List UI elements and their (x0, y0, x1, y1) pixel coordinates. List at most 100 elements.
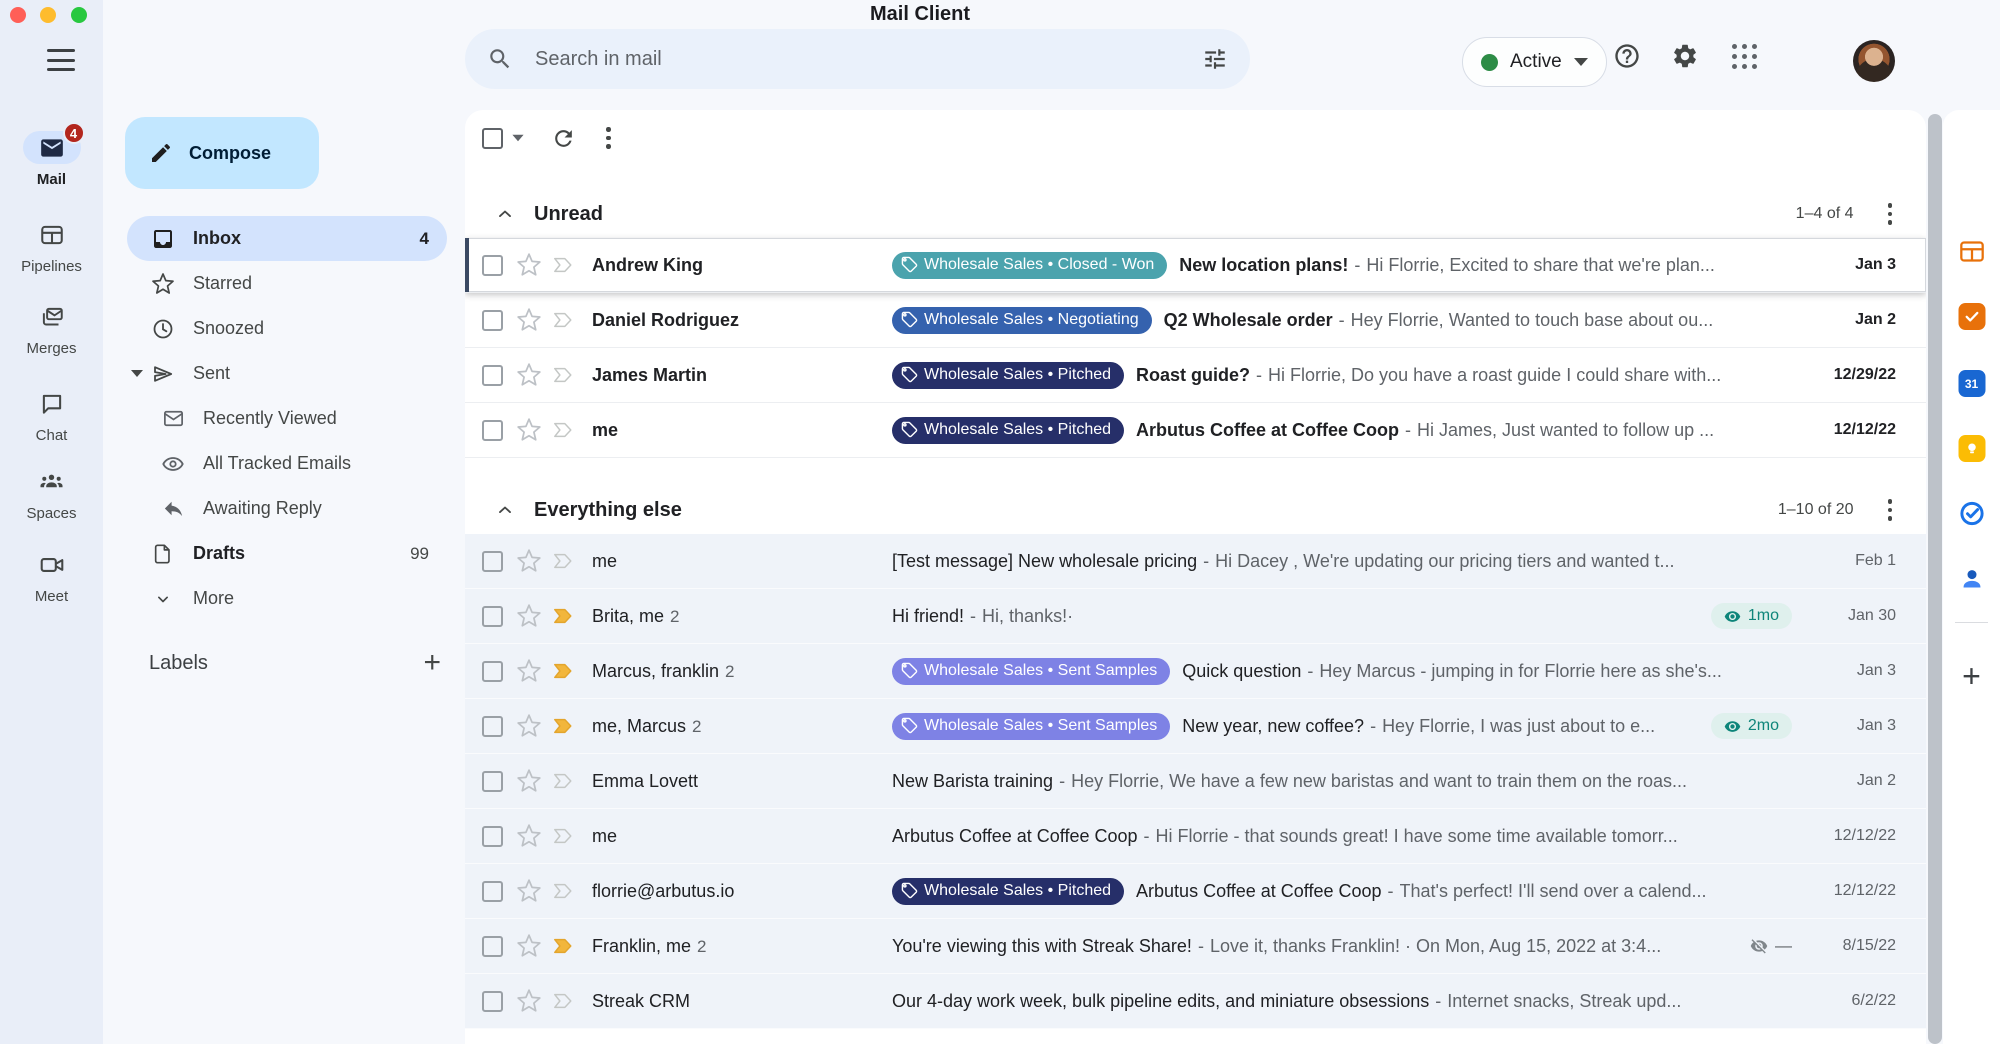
get-addons-button[interactable]: + (1962, 660, 1981, 692)
collapse-sent-icon[interactable] (131, 370, 143, 377)
email-row[interactable]: me Wholesale Sales • Pitched Arbutus Cof… (465, 403, 1926, 458)
importance-marker-icon[interactable] (550, 419, 577, 441)
email-row[interactable]: florrie@arbutus.io Wholesale Sales • Pit… (465, 864, 1926, 919)
row-checkbox[interactable] (482, 826, 503, 847)
select-all-checkbox[interactable] (482, 128, 503, 149)
main-menu-icon[interactable] (47, 49, 75, 71)
sidebar-item-awaiting-reply[interactable]: Awaiting Reply (127, 486, 447, 531)
minimize-window-button[interactable] (40, 7, 56, 23)
settings-gear-icon[interactable] (1671, 42, 1699, 70)
pipeline-badge[interactable]: Wholesale Sales • Pitched (892, 362, 1124, 389)
star-icon[interactable] (516, 307, 542, 333)
search-input[interactable]: Search in mail (535, 48, 1202, 71)
importance-marker-icon[interactable] (550, 715, 577, 737)
add-label-button[interactable]: + (423, 650, 441, 676)
streak-pipelines-icon[interactable] (1958, 238, 1985, 265)
importance-marker-icon[interactable] (550, 309, 577, 331)
sidebar-item-starred[interactable]: Starred (127, 261, 447, 306)
row-checkbox[interactable] (482, 551, 503, 572)
star-icon[interactable] (516, 768, 542, 794)
search-bar[interactable]: Search in mail (465, 29, 1250, 89)
email-row[interactable]: me [Test message] New wholesale pricing … (465, 534, 1926, 589)
maximize-window-button[interactable] (71, 7, 87, 23)
importance-marker-icon[interactable] (550, 770, 577, 792)
row-checkbox[interactable] (482, 716, 503, 737)
sidebar-item-inbox[interactable]: Inbox 4 (127, 216, 447, 261)
rail-item-chat[interactable]: Chat (0, 387, 103, 444)
keep-icon[interactable] (1958, 435, 1985, 462)
star-icon[interactable] (516, 603, 542, 629)
sidebar-item-snoozed[interactable]: Snoozed (127, 306, 447, 351)
star-icon[interactable] (516, 417, 542, 443)
sidebar-item-more[interactable]: More (127, 576, 447, 621)
row-checkbox[interactable] (482, 661, 503, 682)
list-scrollbar[interactable] (1928, 114, 1942, 1044)
select-dropdown-icon[interactable] (512, 135, 523, 141)
account-avatar[interactable] (1853, 40, 1895, 82)
row-checkbox[interactable] (482, 420, 503, 441)
close-window-button[interactable] (10, 7, 26, 23)
row-checkbox[interactable] (482, 881, 503, 902)
row-checkbox[interactable] (482, 991, 503, 1012)
pipeline-badge[interactable]: Wholesale Sales • Pitched (892, 417, 1124, 444)
star-icon[interactable] (516, 362, 542, 388)
star-icon[interactable] (516, 713, 542, 739)
sidebar-item-recently-viewed[interactable]: Recently Viewed (127, 396, 447, 441)
star-icon[interactable] (516, 252, 542, 278)
star-icon[interactable] (516, 933, 542, 959)
star-icon[interactable] (516, 988, 542, 1014)
email-row[interactable]: Streak CRM Our 4-day work week, bulk pip… (465, 974, 1926, 1029)
star-icon[interactable] (516, 878, 542, 904)
email-row[interactable]: Franklin, me2 You're viewing this with S… (465, 919, 1926, 974)
pipeline-badge[interactable]: Wholesale Sales • Sent Samples (892, 713, 1170, 740)
star-icon[interactable] (516, 823, 542, 849)
refresh-icon[interactable] (551, 126, 576, 151)
rail-item-merges[interactable]: Merges (0, 300, 103, 357)
star-icon[interactable] (516, 548, 542, 574)
section-menu-icon[interactable] (1884, 199, 1897, 229)
importance-marker-icon[interactable] (550, 660, 577, 682)
email-row[interactable]: Marcus, franklin2 Wholesale Sales • Sent… (465, 644, 1926, 699)
email-row[interactable]: Brita, me2 Hi friend! - Hi, thanks!· 1mo… (465, 589, 1926, 644)
email-row[interactable]: Emma Lovett New Barista training - Hey F… (465, 754, 1926, 809)
importance-marker-icon[interactable] (550, 880, 577, 902)
collapse-section-icon[interactable] (495, 500, 515, 520)
streak-mail-icon[interactable] (1958, 303, 1985, 330)
row-checkbox[interactable] (482, 606, 503, 627)
email-row[interactable]: Daniel Rodriguez Wholesale Sales • Negot… (465, 293, 1926, 348)
importance-marker-icon[interactable] (550, 550, 577, 572)
calendar-icon[interactable]: 31 (1958, 370, 1985, 397)
email-row[interactable]: Andrew King Wholesale Sales • Closed - W… (465, 238, 1926, 293)
compose-button[interactable]: Compose (125, 117, 319, 189)
help-icon[interactable] (1613, 42, 1641, 70)
sidebar-item-all-tracked-emails[interactable]: All Tracked Emails (127, 441, 447, 486)
row-checkbox[interactable] (482, 365, 503, 386)
row-checkbox[interactable] (482, 255, 503, 276)
sidebar-item-drafts[interactable]: Drafts 99 (127, 531, 447, 576)
importance-marker-icon[interactable] (550, 990, 577, 1012)
pipeline-badge[interactable]: Wholesale Sales • Negotiating (892, 307, 1152, 334)
pipeline-badge[interactable]: Wholesale Sales • Closed - Won (892, 252, 1167, 279)
importance-marker-icon[interactable] (550, 254, 577, 276)
importance-marker-icon[interactable] (550, 825, 577, 847)
importance-marker-icon[interactable] (550, 605, 577, 627)
importance-marker-icon[interactable] (550, 364, 577, 386)
email-row[interactable]: James Martin Wholesale Sales • Pitched R… (465, 348, 1926, 403)
rail-item-pipelines[interactable]: Pipelines (0, 218, 103, 275)
tasks-icon[interactable] (1958, 500, 1985, 527)
row-checkbox[interactable] (482, 936, 503, 957)
section-menu-icon[interactable] (1884, 495, 1897, 525)
rail-item-mail[interactable]: 4 Mail (0, 131, 103, 188)
status-dropdown[interactable]: Active (1462, 37, 1607, 87)
email-row[interactable]: me Arbutus Coffee at Coffee Coop - Hi Fl… (465, 809, 1926, 864)
more-options-icon[interactable] (602, 123, 615, 153)
sidebar-item-sent[interactable]: Sent (127, 351, 447, 396)
importance-marker-icon[interactable] (550, 935, 577, 957)
search-options-icon[interactable] (1202, 46, 1228, 72)
row-checkbox[interactable] (482, 771, 503, 792)
rail-item-spaces[interactable]: Spaces (0, 465, 103, 522)
contacts-icon[interactable] (1958, 565, 1985, 592)
email-row[interactable]: me, Marcus2 Wholesale Sales • Sent Sampl… (465, 699, 1926, 754)
pipeline-badge[interactable]: Wholesale Sales • Pitched (892, 878, 1124, 905)
google-apps-icon[interactable] (1732, 44, 1758, 70)
